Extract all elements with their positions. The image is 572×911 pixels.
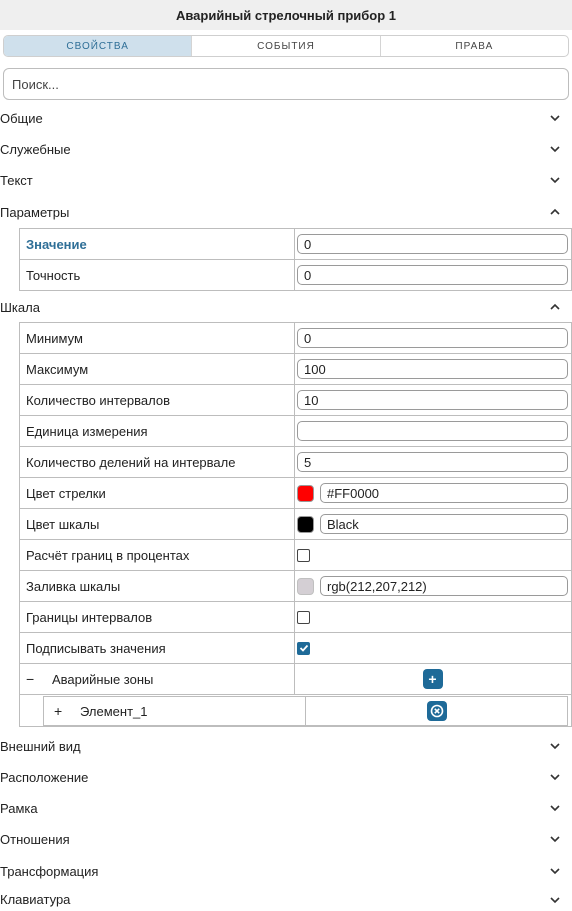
chevron-down-icon [550,896,560,903]
scale-row-sign: Подписывать значения [19,633,572,664]
tab-rights[interactable]: ПРАВА [381,36,568,56]
tab-bar: СВОЙСТВА СОБЫТИЯ ПРАВА [3,35,569,57]
zones-label: Аварийные зоны [52,671,154,687]
scale-row-zones: − Аварийные зоны + [19,664,572,695]
scale-row-bounds: Границы интервалов [19,602,572,633]
section-transform[interactable]: Трансформация [0,857,572,885]
tab-properties[interactable]: СВОЙСТВА [4,36,193,56]
scale-row-intervals: Количество интервалов [19,385,572,416]
section-general[interactable]: Общие [0,104,572,132]
min-input[interactable] [297,328,568,348]
panel-title: Аварийный стрелочный прибор 1 [0,0,572,30]
divisions-label: Количество делений на интервале [20,447,295,477]
scale-row-divisions: Количество делений на интервале [19,447,572,478]
param-row-precision: Точность [19,260,572,291]
chevron-down-icon [550,836,560,843]
scale-row-max: Максимум [19,354,572,385]
section-transform-label: Трансформация [0,863,99,879]
section-relations-label: Отношения [0,831,70,847]
scale-color-label: Цвет шкалы [20,509,295,539]
precision-label: Точность [20,260,295,290]
intervals-label: Количество интервалов [20,385,295,415]
zone-element-row: + Элемент_1 [19,694,572,727]
zones-label-cell: − Аварийные зоны [20,664,295,694]
chevron-up-icon [550,303,560,310]
section-text-label: Текст [0,172,33,188]
section-appearance-label: Внешний вид [0,738,81,754]
value-input[interactable] [297,234,568,254]
add-zone-button[interactable]: + [422,669,443,689]
section-keyboard-label: Клавиатура [0,892,71,907]
tab-events[interactable]: СОБЫТИЯ [192,36,381,56]
percent-label: Расчёт границ в процентах [20,540,295,570]
section-position[interactable]: Расположение [0,763,572,791]
chevron-down-icon [550,146,560,153]
collapse-zones-toggle[interactable]: − [26,671,52,687]
section-service[interactable]: Служебные [0,135,572,163]
param-row-value: Значение [19,229,572,260]
scale-row-fill: Заливка шкалы [19,571,572,602]
section-keyboard[interactable]: Клавиатура [0,888,572,911]
checkmark-icon [299,644,308,652]
section-text[interactable]: Текст [0,166,572,194]
unit-label: Единица измерения [20,416,295,446]
delete-element-button[interactable] [426,701,447,721]
zone-element-label: Элемент_1 [80,703,148,719]
fill-label: Заливка шкалы [20,571,295,601]
section-position-label: Расположение [0,769,89,785]
intervals-input[interactable] [297,390,568,410]
scale-color-swatch[interactable] [297,515,314,533]
bounds-label: Границы интервалов [20,602,295,632]
section-frame-label: Рамка [0,800,38,816]
needle-color-swatch[interactable] [297,484,314,502]
scale-color-input[interactable] [320,514,568,534]
scale-grid: Минимум Максимум Количество интервалов Е… [19,322,572,695]
sign-values-checkbox[interactable] [297,641,310,655]
needle-color-input[interactable] [320,483,568,503]
section-appearance[interactable]: Внешний вид [0,732,572,760]
section-params-label: Параметры [0,204,70,220]
precision-input[interactable] [297,265,568,285]
scale-row-unit: Единица измерения [19,416,572,447]
bounds-checkbox[interactable] [297,610,310,624]
scale-row-scale-color: Цвет шкалы [19,509,572,540]
percent-checkbox[interactable] [297,548,310,562]
min-label: Минимум [20,323,295,353]
params-grid: Значение Точность [19,228,572,291]
fill-color-input[interactable] [320,576,568,596]
expand-element-toggle[interactable]: + [54,703,80,719]
chevron-down-icon [550,774,560,781]
chevron-down-icon [550,743,560,750]
divisions-input[interactable] [297,452,568,472]
needle-color-label: Цвет стрелки [20,478,295,508]
search-input[interactable] [3,68,569,100]
section-relations[interactable]: Отношения [0,825,572,853]
unit-input[interactable] [297,421,568,441]
sign-label: Подписывать значения [20,633,295,663]
chevron-up-icon [550,208,560,215]
chevron-down-icon [550,868,560,875]
scale-row-min: Минимум [19,323,572,354]
section-general-label: Общие [0,110,43,126]
section-service-label: Служебные [0,141,71,157]
close-circle-icon [430,704,443,718]
zone-element-label-cell: + Элемент_1 [44,697,306,725]
section-scale-label: Шкала [0,299,40,315]
max-input[interactable] [297,359,568,379]
scale-row-needle-color: Цвет стрелки [19,478,572,509]
fill-color-swatch[interactable] [297,577,314,595]
value-label: Значение [20,229,295,259]
chevron-down-icon [550,177,560,184]
section-params[interactable]: Параметры [0,198,572,226]
chevron-down-icon [550,115,560,122]
section-scale[interactable]: Шкала [0,293,572,321]
scale-row-percent: Расчёт границ в процентах [19,540,572,571]
max-label: Максимум [20,354,295,384]
section-frame[interactable]: Рамка [0,794,572,822]
chevron-down-icon [550,805,560,812]
